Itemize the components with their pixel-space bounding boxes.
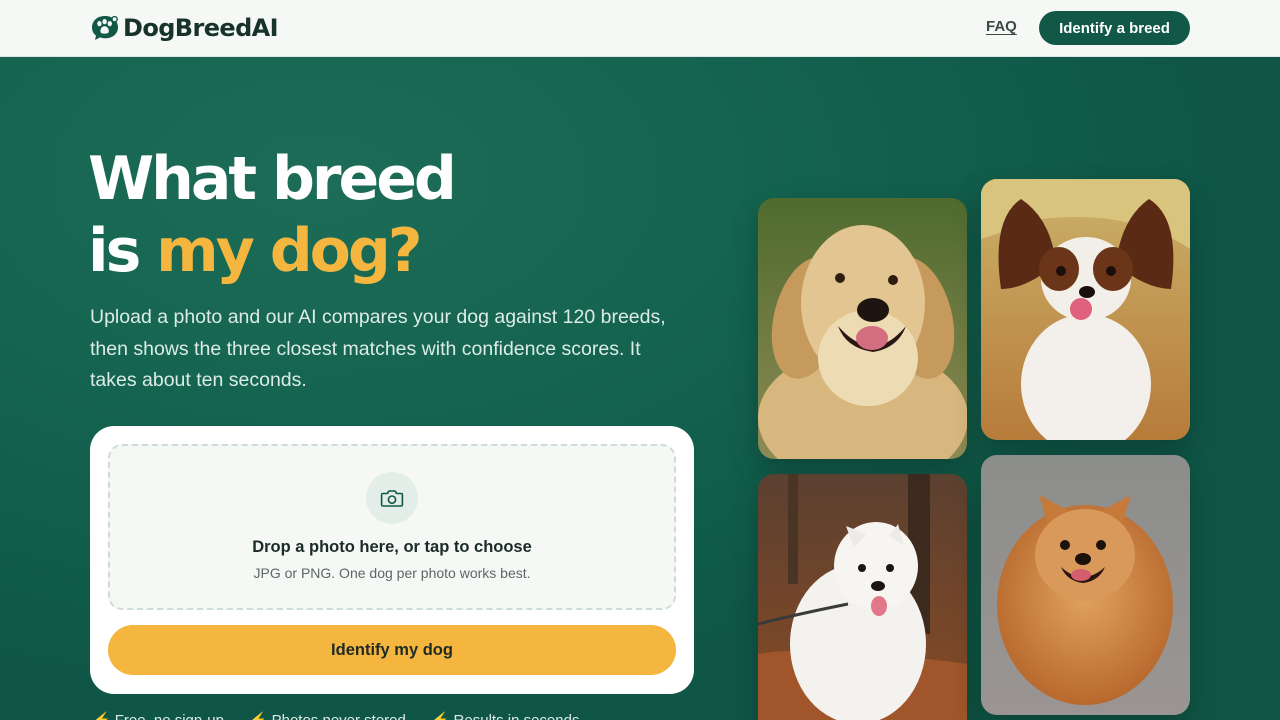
nav-faq-link[interactable]: FAQ (986, 18, 1017, 35)
photo-dropzone[interactable]: Drop a photo here, or tap to choose JPG … (108, 444, 676, 610)
camera-icon-badge (366, 472, 418, 524)
paw-chat-icon (92, 15, 118, 40)
perks-list: ⚡ Free, no sign-up ⚡ Photos never stored ⚡… (92, 711, 604, 720)
pomeranian-photo (981, 455, 1190, 715)
headline-line-2-prefix: is (88, 216, 157, 286)
site-header: DogBreedAI FAQ Identify a breed (0, 0, 1280, 57)
headline-line-1: What breed (88, 144, 457, 214)
identify-my-dog-button[interactable]: Identify my dog (108, 625, 676, 675)
samoyed-photo (758, 474, 967, 720)
perk-item: ⚡ Free, no sign-up (92, 711, 224, 720)
page-title: What breed is my dog? (88, 143, 457, 287)
perk-label: Photos never stored (272, 712, 406, 720)
perk-item: ⚡ Photos never stored (249, 711, 406, 720)
lightning-icon: ⚡ (431, 712, 450, 720)
hero-description: Upload a photo and our AI compares your … (90, 306, 666, 391)
logo-text: DogBreedAI (123, 14, 279, 42)
perk-item: ⚡ Results in seconds (431, 711, 580, 720)
camera-icon (380, 490, 404, 507)
golden-retriever-photo (758, 198, 967, 459)
dropzone-hint: JPG or PNG. One dog per photo works best… (253, 565, 531, 581)
lightning-icon: ⚡ (92, 712, 111, 720)
logo[interactable]: DogBreedAI (90, 13, 279, 43)
perk-label: Results in seconds (454, 712, 580, 720)
lightning-icon: ⚡ (249, 712, 268, 720)
identify-breed-button[interactable]: Identify a breed (1039, 11, 1190, 45)
perk-label: Free, no sign-up (115, 712, 224, 720)
upload-card: Drop a photo here, or tap to choose JPG … (90, 426, 694, 694)
papillon-photo (981, 179, 1190, 440)
headline-accent: my dog? (156, 216, 422, 286)
dropzone-title: Drop a photo here, or tap to choose (252, 538, 532, 556)
hero-section: What breed is my dog? Upload a photo and… (0, 57, 1280, 720)
